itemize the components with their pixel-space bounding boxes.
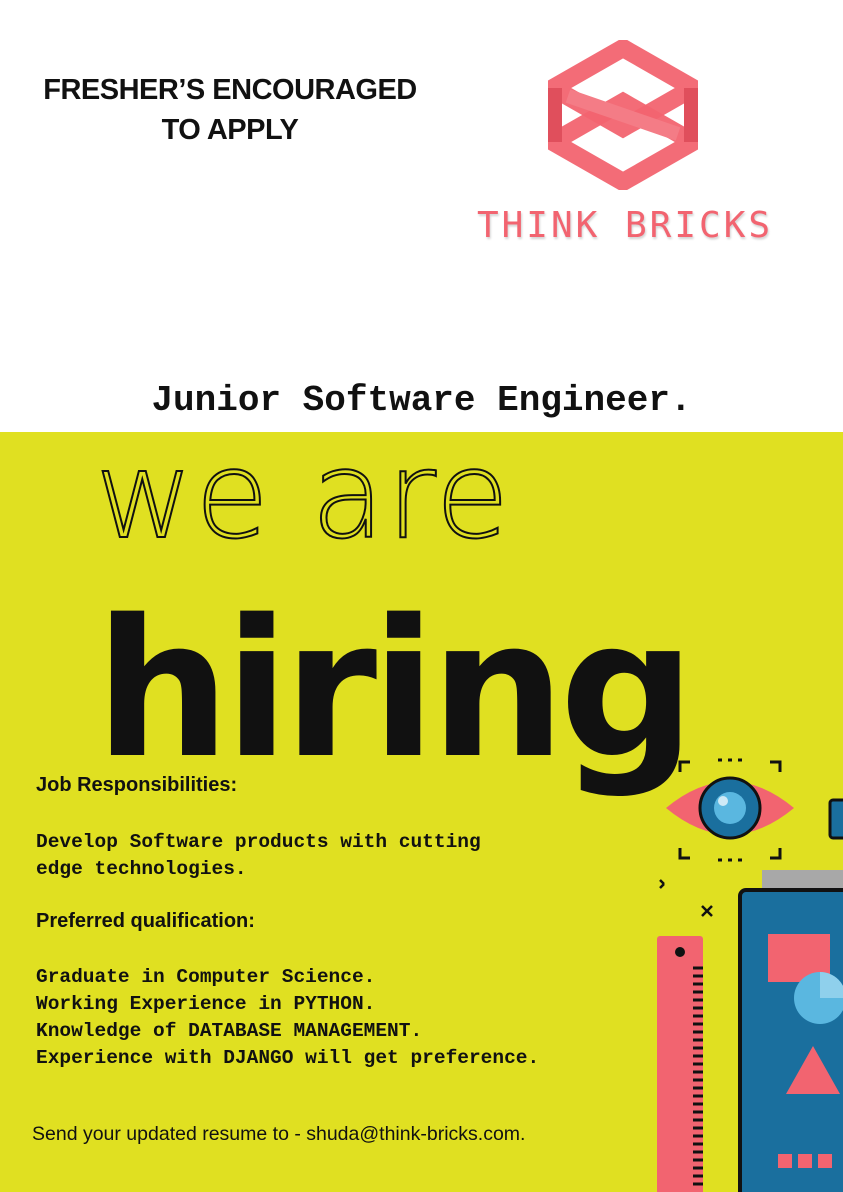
think-bricks-logo-icon [548, 40, 698, 190]
brand-name: THINK BRICKS [476, 205, 774, 246]
responsibilities-heading: Job Responsibilities: [36, 774, 238, 796]
fresher-line-1: FRESHER’S ENCOURAGED [43, 74, 417, 106]
contact-line: Send your updated resume to - shuda@thin… [32, 1123, 526, 1145]
fresher-line-2: TO APPLY [161, 114, 299, 146]
qualification-line: Knowledge of DATABASE MANAGEMENT. [36, 1020, 423, 1042]
qualification-heading: Preferred qualification: [36, 910, 255, 932]
responsibility-line: edge technologies. [36, 858, 247, 880]
fresher-note: FRESHER’S ENCOURAGED TO APPLY [20, 70, 440, 150]
qualification-line: Graduate in Computer Science. [36, 966, 376, 988]
header-section: FRESHER’S ENCOURAGED TO APPLY THINK BRIC… [0, 0, 843, 432]
headline-we-are: we are [94, 427, 512, 566]
qualification-line: Experience with DJANGO will get preferen… [36, 1047, 540, 1069]
headline-hiring: hiring [95, 579, 695, 800]
responsibility-line: Develop Software products with cutting [36, 831, 481, 853]
qualification-line: Working Experience in PYTHON. [36, 993, 376, 1015]
job-poster: FRESHER’S ENCOURAGED TO APPLY THINK BRIC… [0, 0, 843, 1192]
job-title: Junior Software Engineer. [151, 380, 692, 421]
